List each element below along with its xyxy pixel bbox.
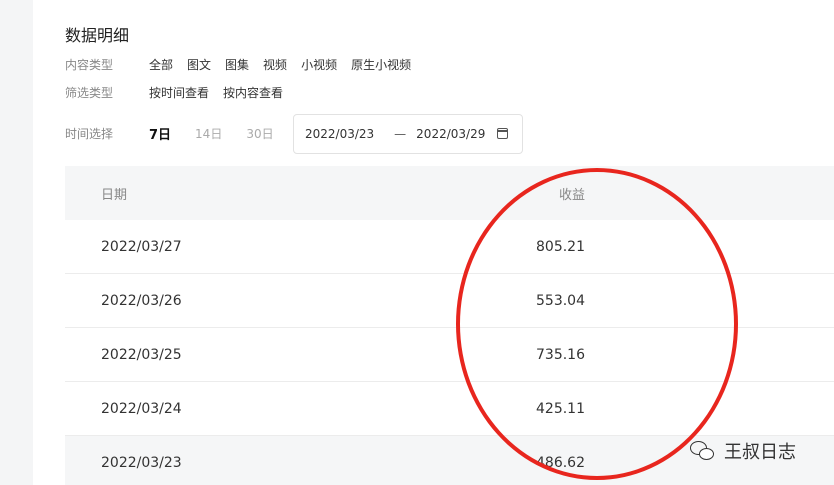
calendar-icon[interactable] (497, 128, 508, 139)
content-type-article[interactable]: 图文 (187, 56, 211, 73)
content-type-label: 内容类型 (65, 58, 114, 72)
content-type-filter: 内容类型 全部 图文 图集 视频 小视频 原生小视频 (65, 56, 425, 73)
row-date: 2022/03/27 (101, 238, 182, 255)
content-type-video[interactable]: 视频 (263, 56, 287, 73)
row-date: 2022/03/25 (101, 346, 182, 363)
wechat-icon (690, 439, 718, 463)
content-type-native-short-video[interactable]: 原生小视频 (351, 56, 411, 73)
time-option-7d[interactable]: 7日 (149, 124, 171, 143)
time-option-14d[interactable]: 14日 (195, 125, 222, 142)
time-select-filter: 时间选择 7日 14日 30日 (65, 124, 298, 143)
header-date: 日期 (101, 187, 128, 203)
date-range-start[interactable]: 2022/03/23 (305, 127, 374, 141)
watermark: 王叔日志 (690, 438, 796, 464)
time-option-30d[interactable]: 30日 (246, 125, 273, 142)
content-type-short-video[interactable]: 小视频 (301, 56, 337, 73)
row-date: 2022/03/24 (101, 400, 182, 417)
row-date: 2022/03/23 (101, 455, 182, 471)
date-range-picker[interactable]: 2022/03/23 — 2022/03/29 (293, 114, 523, 154)
content-type-gallery[interactable]: 图集 (225, 56, 249, 73)
filter-type-filter: 筛选类型 按时间查看 按内容查看 (65, 84, 297, 101)
watermark-text: 王叔日志 (724, 442, 796, 463)
filter-by-content[interactable]: 按内容查看 (223, 84, 283, 101)
content-type-all[interactable]: 全部 (149, 56, 173, 73)
time-select-label: 时间选择 (65, 127, 114, 141)
red-circle-annotation (456, 168, 738, 480)
page-title: 数据明细 (65, 26, 130, 45)
date-range-end[interactable]: 2022/03/29 (416, 127, 485, 141)
table-header: 日期 收益 (65, 166, 834, 220)
filter-type-label: 筛选类型 (65, 86, 114, 100)
date-range-separator: — (394, 127, 407, 141)
filter-by-time[interactable]: 按时间查看 (149, 84, 209, 101)
row-date: 2022/03/26 (101, 292, 182, 309)
